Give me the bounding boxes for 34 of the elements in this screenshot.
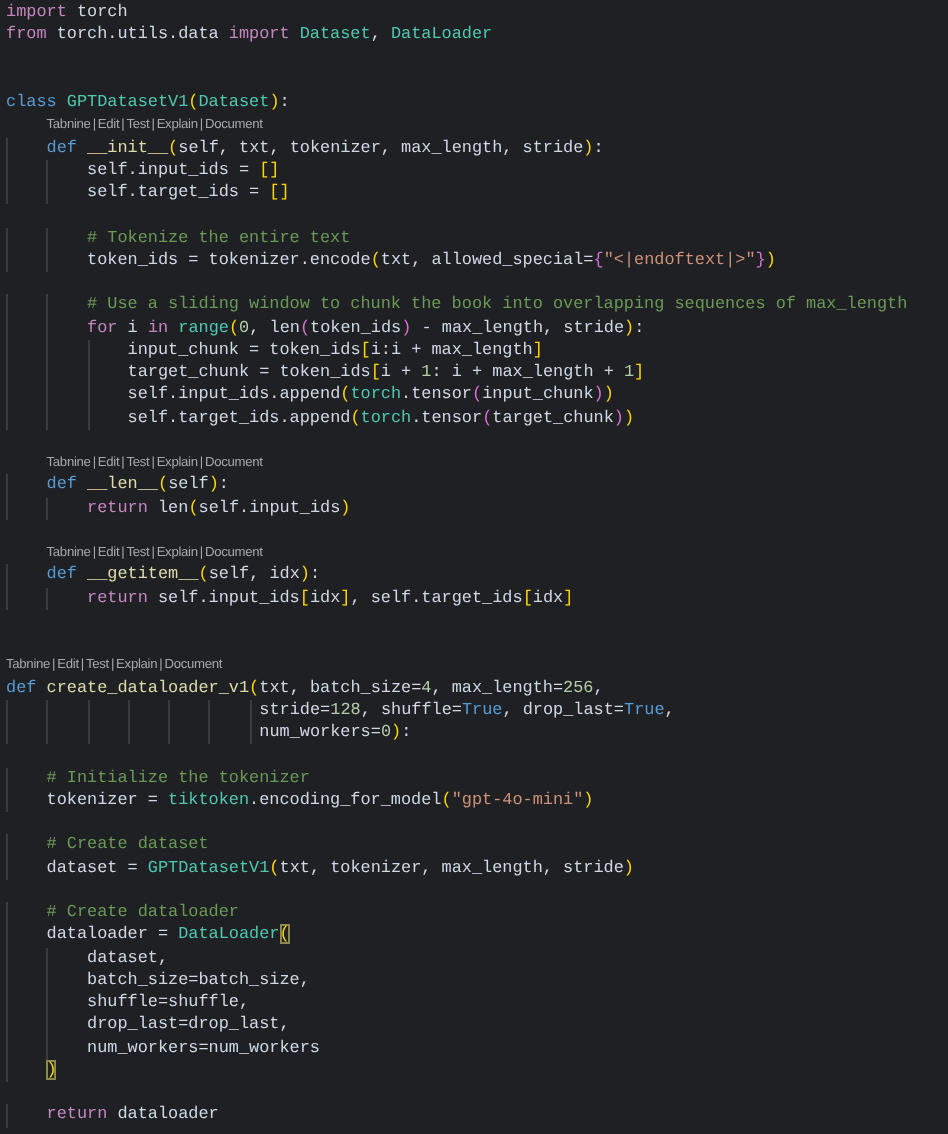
- code-comment: # Tokenize the entire text: [87, 227, 351, 250]
- code-line: self.target_ids = []: [87, 182, 290, 205]
- code-line: input_chunk = token_ids[i:i + max_length]: [127, 339, 543, 362]
- code-line: self.target_ids.append(torch.tensor(target_chunk)): [127, 407, 635, 430]
- code-line: from torch.utils.data import Dataset, DataLoader: [6, 24, 493, 47]
- code-line: return self.input_ids[idx], self.target_ids[idx]: [87, 587, 574, 610]
- code-line: def __getitem__(self, idx):: [46, 564, 321, 587]
- code-line: num_workers=num_workers: [87, 1037, 320, 1060]
- code-line: dataset,: [87, 947, 169, 970]
- code-line: return len(self.input_ids): [87, 497, 351, 520]
- code-line: batch_size=batch_size,: [87, 969, 310, 992]
- code-line: def __init__(self, txt, tokenizer, max_length, stride):: [46, 137, 604, 160]
- code-line: import torch: [6, 2, 128, 25]
- code-line: dataset = GPTDatasetV1(txt, tokenizer, max_length, stride): [46, 857, 634, 880]
- code-line: def __len__(self):: [46, 474, 229, 497]
- code-comment: # Use a sliding window to chunk the book into overlapping sequences of max_length: [87, 294, 908, 317]
- code-line: tokenizer = tiktoken.encoding_for_model("gpt-4o-mini"): [46, 789, 594, 812]
- code-line: stride=128, shuffle=True, drop_last=True,: [259, 699, 675, 722]
- code-line: shuffle=shuffle,: [87, 992, 250, 1015]
- code-comment: # Create dataset: [46, 834, 209, 857]
- code-line: ): [46, 1059, 57, 1082]
- code-line: drop_last=drop_last,: [87, 1014, 290, 1037]
- code-line: token_ids = tokenizer.encode(txt, allowed_special={"<|endoftext|>"}): [87, 249, 776, 272]
- code-line: num_workers=0):: [259, 722, 412, 745]
- code-line: class GPTDatasetV1(Dataset):: [6, 92, 290, 115]
- code-line: self.input_ids.append(torch.tensor(input_chunk)): [127, 384, 614, 407]
- code-line: self.input_ids = []: [87, 159, 280, 182]
- code-comment: # Create dataloader: [46, 902, 239, 925]
- code-line: def create_dataloader_v1(txt, batch_size=4, max_length=256,: [6, 677, 604, 700]
- code-line: target_chunk = token_ids[i + 1: i + max_length + 1]: [127, 362, 645, 385]
- code-line: return dataloader: [46, 1104, 219, 1127]
- code-line: dataloader = DataLoader(: [46, 924, 290, 947]
- code-comment: # Initialize the tokenizer: [46, 767, 310, 790]
- code-line: for i in range(0, len(token_ids) - max_length, stride):: [87, 317, 645, 340]
